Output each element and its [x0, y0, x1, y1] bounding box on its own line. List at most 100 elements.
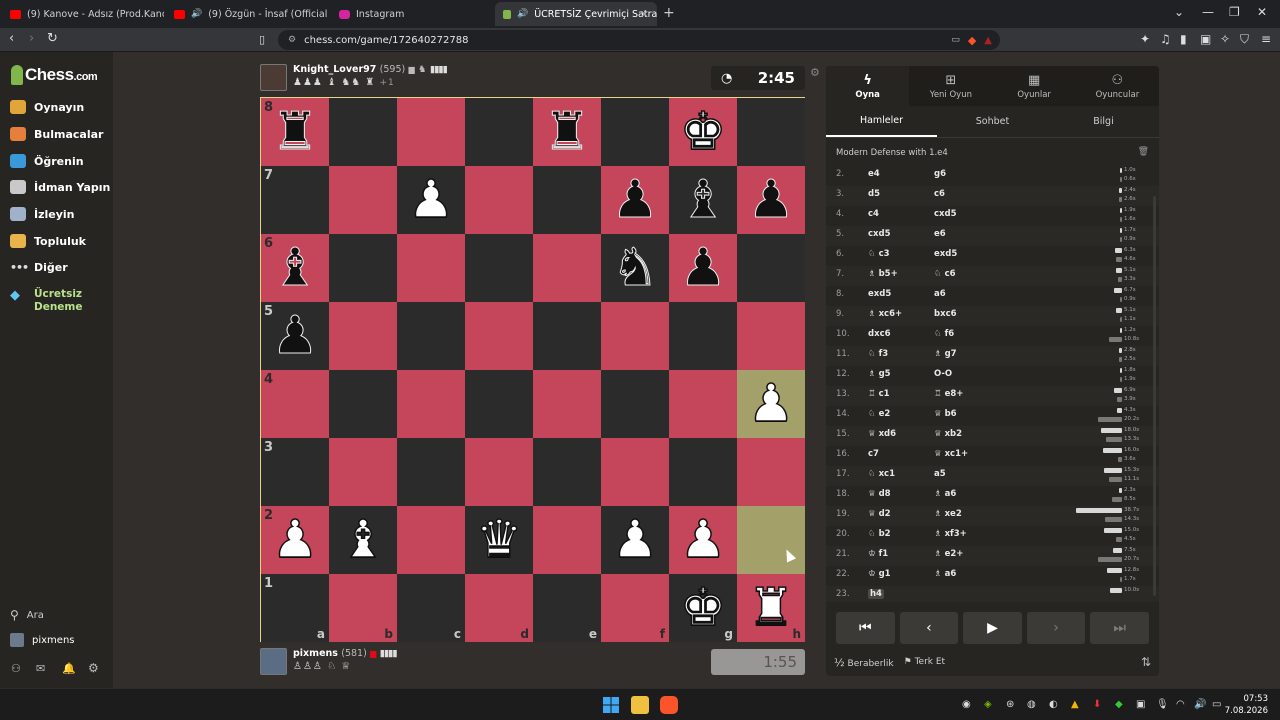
black-move[interactable]: g6 — [934, 169, 946, 179]
square-e7[interactable] — [533, 166, 601, 234]
sidebar-item-more[interactable]: ••• Diğer — [10, 261, 68, 274]
white-move[interactable]: ♕ d2 — [868, 509, 891, 519]
black-move[interactable]: exd5 — [934, 249, 957, 259]
square-e2[interactable] — [533, 506, 601, 574]
board-settings-icon[interactable]: ⚙ — [810, 66, 820, 79]
free-trial-line1[interactable]: Ücretsiz — [34, 288, 82, 300]
black-move[interactable]: O-O — [934, 369, 952, 379]
white-move[interactable]: ♖ c1 — [868, 389, 890, 399]
vpn-icon[interactable]: ⛉ — [1240, 32, 1249, 47]
black-move[interactable]: ♗ xe2 — [934, 509, 962, 519]
brave-browser-icon[interactable] — [660, 696, 678, 714]
sidebar-free-trial[interactable]: ◆ — [10, 288, 26, 303]
square-d3[interactable] — [465, 438, 533, 506]
square-c3[interactable] — [397, 438, 465, 506]
menu-icon[interactable]: ≡ — [1261, 32, 1271, 46]
leo-ai-icon[interactable]: ✧ — [1220, 32, 1230, 46]
chess-piece[interactable]: ♟ — [737, 166, 805, 234]
black-move[interactable]: ♗ a6 — [934, 489, 956, 499]
chess-piece[interactable]: ♝ — [329, 506, 397, 574]
square-b5[interactable] — [329, 302, 397, 370]
offer-draw-button[interactable]: ½ Beraberlik — [834, 656, 894, 669]
white-move[interactable]: e4 — [868, 169, 880, 179]
white-move[interactable]: ♗ g5 — [868, 369, 891, 379]
subtab-chat[interactable]: Sohbet — [937, 106, 1048, 137]
sidebar-item-play[interactable]: Oynayın — [10, 100, 84, 114]
browser-tab-3[interactable]: Instagram — [331, 2, 493, 26]
square-g1[interactable]: g ♚ — [669, 574, 737, 642]
microphone-icon[interactable]: 🎙 — [1156, 699, 1169, 710]
white-move[interactable]: cxd5 — [868, 229, 891, 239]
black-move[interactable]: a6 — [934, 289, 946, 299]
square-g2[interactable]: ♟ — [669, 506, 737, 574]
square-c4[interactable] — [397, 370, 465, 438]
subtab-moves[interactable]: Hamleler — [826, 106, 937, 137]
chess-piece[interactable]: ♟ — [261, 302, 329, 370]
square-e5[interactable] — [533, 302, 601, 370]
chess-piece[interactable]: ♚ — [669, 574, 737, 642]
square-d7[interactable] — [465, 166, 533, 234]
white-move[interactable]: ♘ c3 — [868, 249, 890, 259]
close-window-icon[interactable]: ✕ — [1257, 5, 1267, 19]
square-g4[interactable] — [669, 370, 737, 438]
black-move[interactable]: ♕ xc1+ — [934, 449, 968, 459]
square-h8[interactable] — [737, 98, 805, 166]
free-trial-line2[interactable]: Deneme — [34, 301, 83, 313]
square-c1[interactable]: c — [397, 574, 465, 642]
notifications-icon[interactable]: 🔔 — [62, 662, 76, 675]
white-move[interactable]: ♘ xc1 — [868, 469, 895, 479]
white-move[interactable]: exd5 — [868, 289, 891, 299]
square-f8[interactable] — [601, 98, 669, 166]
square-b6[interactable] — [329, 234, 397, 302]
black-move[interactable]: ♕ xb2 — [934, 429, 962, 439]
tray-app-icon[interactable]: ⊛ — [1006, 699, 1014, 710]
square-a2[interactable]: 2 ♟ — [261, 506, 329, 574]
square-g6[interactable]: ♟ — [669, 234, 737, 302]
square-g8[interactable]: ♚ — [669, 98, 737, 166]
prev-move-button[interactable]: ‹ — [899, 612, 959, 644]
square-d5[interactable] — [465, 302, 533, 370]
brave-rewards-icon[interactable]: ▲ — [984, 35, 992, 46]
sidebar-item-puzzles[interactable]: Bulmacalar — [10, 127, 103, 141]
black-move[interactable]: ♗ xf3+ — [934, 529, 967, 539]
minimize-icon[interactable]: — — [1202, 5, 1214, 19]
subtab-info[interactable]: Bilgi — [1048, 106, 1159, 137]
square-a8[interactable]: 8 ♜ — [261, 98, 329, 166]
chess-piece[interactable]: ♚ — [669, 98, 737, 166]
white-move[interactable]: d5 — [868, 189, 880, 199]
reload-icon[interactable]: ↻ — [47, 31, 58, 46]
sidebar-search[interactable]: ⚲ Ara — [10, 608, 44, 622]
first-move-button[interactable]: ⏮ — [836, 612, 895, 644]
black-move[interactable]: c6 — [934, 189, 945, 199]
browser-tab-4[interactable]: 🔊 ÜCRETSİZ Çevrimiçi Satranç Oy ✕ — [495, 2, 657, 26]
wifi-icon[interactable]: ◠ — [1176, 699, 1185, 710]
next-move-button[interactable]: › — [1026, 612, 1086, 644]
white-move[interactable]: ♘ b2 — [868, 529, 891, 539]
sidebar-item-watch[interactable]: İzleyin — [10, 207, 75, 221]
square-h6[interactable] — [737, 234, 805, 302]
square-e3[interactable] — [533, 438, 601, 506]
friends-icon[interactable]: ⚇ — [11, 662, 21, 675]
chess-piece[interactable]: ♟ — [737, 370, 805, 438]
square-d1[interactable]: d — [465, 574, 533, 642]
square-c8[interactable] — [397, 98, 465, 166]
chess-piece[interactable]: ♟ — [669, 506, 737, 574]
square-f6[interactable]: ♞ — [601, 234, 669, 302]
square-f5[interactable] — [601, 302, 669, 370]
square-f7[interactable]: ♟ — [601, 166, 669, 234]
top-player-avatar[interactable] — [260, 64, 287, 91]
square-f3[interactable] — [601, 438, 669, 506]
close-tab-icon[interactable]: ✕ — [640, 8, 649, 21]
wallet-icon[interactable]: ▣ — [1200, 32, 1211, 46]
tray-app-icon[interactable]: ▲ — [1071, 699, 1079, 710]
square-h4[interactable]: ♟ — [737, 370, 805, 438]
square-d8[interactable] — [465, 98, 533, 166]
square-b4[interactable] — [329, 370, 397, 438]
extensions-icon[interactable]: ✦ — [1140, 32, 1150, 46]
trash-icon[interactable]: 🗑 — [1138, 147, 1149, 157]
square-h3[interactable] — [737, 438, 805, 506]
black-move[interactable]: ♗ e2+ — [934, 549, 963, 559]
white-move[interactable]: c7 — [868, 449, 879, 459]
white-move[interactable]: ♕ d8 — [868, 489, 891, 499]
file-explorer-icon[interactable] — [631, 696, 649, 714]
